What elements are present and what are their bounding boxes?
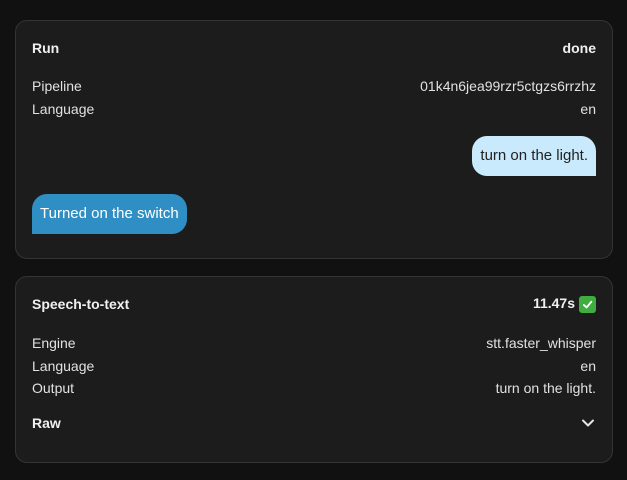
stt-duration-group: 11.47s [533,295,596,313]
pipeline-value: 01k4n6jea99rzr5ctgzs6rrzhz [420,78,596,94]
chevron-down-icon[interactable] [580,415,596,431]
run-language-label: Language [32,101,95,117]
run-status: done [562,40,596,56]
run-title: Run [32,40,60,56]
output-row: Output turn on the light. [32,378,596,398]
run-header: Run done [32,38,596,58]
run-card: Run done Pipeline 01k4n6jea99rzr5ctgzs6r… [15,20,613,259]
stt-language-value: en [580,358,596,374]
stt-header: Speech-to-text 11.47s [32,294,596,314]
engine-label: Engine [32,335,76,351]
stt-duration: 11.47s [532,295,575,312]
assistant-message-bubble: Turned on the switch [32,194,187,234]
run-language-value: en [580,101,596,117]
speech-to-text-card: Speech-to-text 11.47s Engine stt.faster_… [15,276,613,463]
run-language-row: Language en [32,99,596,119]
output-label: Output [32,380,75,396]
raw-expander[interactable]: Raw [32,413,596,433]
stt-title: Speech-to-text [32,296,130,312]
check-mark-icon [579,295,596,313]
user-message-bubble: turn on the light. [472,136,596,176]
engine-value: stt.faster_whisper [486,335,596,351]
stt-language-row: Language en [32,356,596,376]
engine-row: Engine stt.faster_whisper [32,333,596,353]
pipeline-label: Pipeline [32,78,82,94]
stt-language-label: Language [32,358,95,374]
pipeline-row: Pipeline 01k4n6jea99rzr5ctgzs6rrzhz [32,76,596,96]
raw-label[interactable]: Raw [32,415,61,431]
output-value: turn on the light. [495,380,596,396]
